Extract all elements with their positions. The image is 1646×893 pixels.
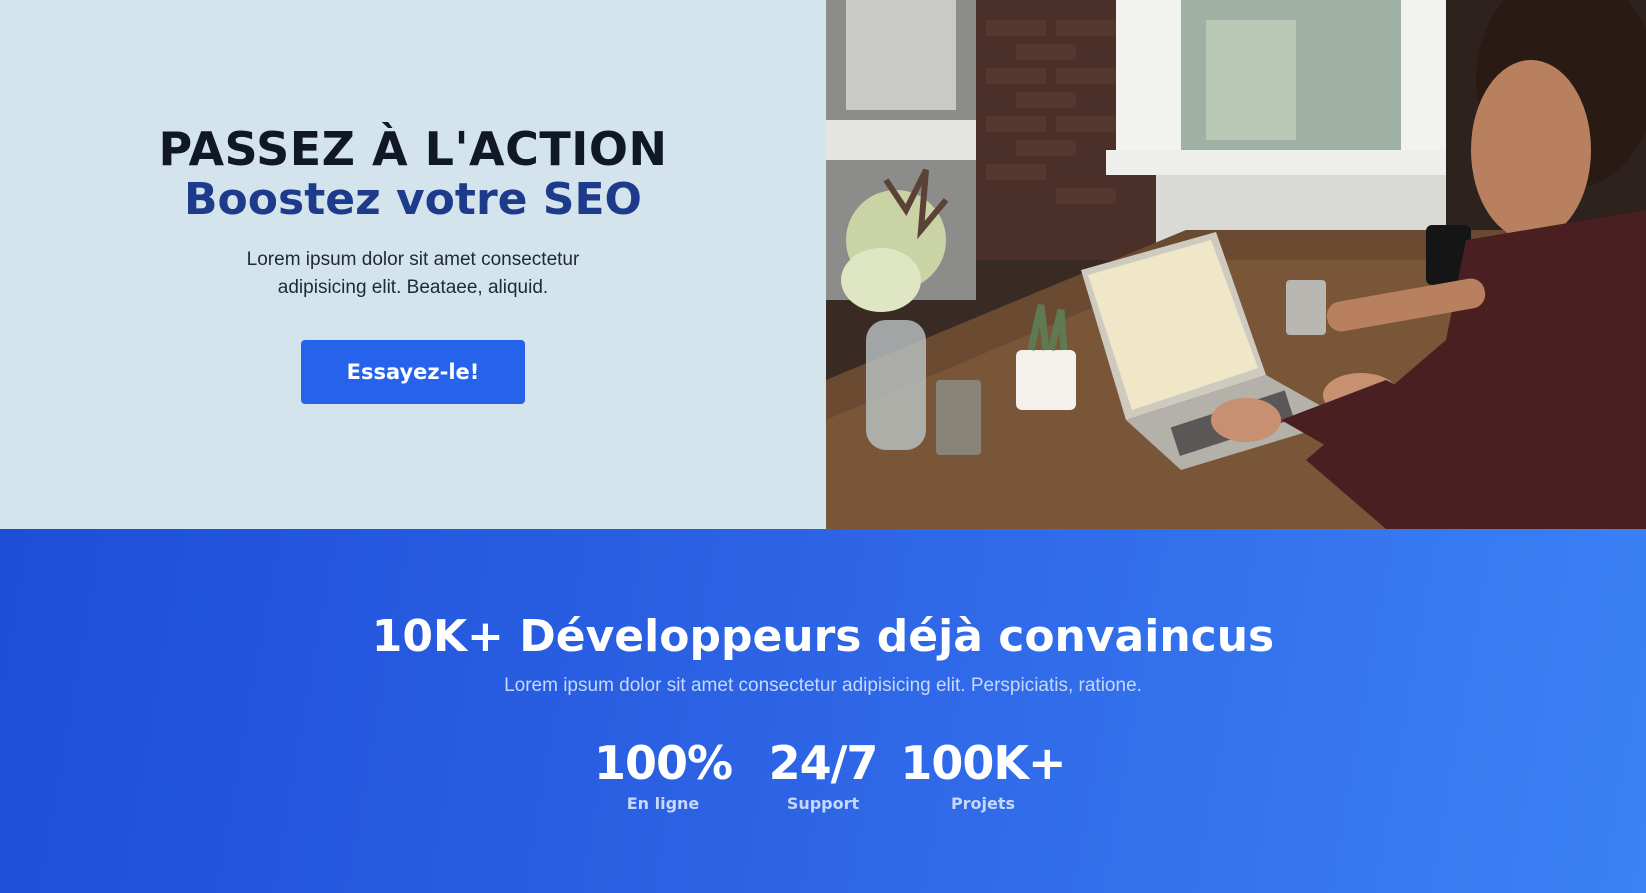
- try-it-button[interactable]: Essayez-le!: [301, 340, 525, 404]
- hero-title: PASSEZ À L'ACTION: [158, 122, 668, 176]
- stats-title: 10K+ Développeurs déjà convaincus: [371, 611, 1275, 662]
- stat-value: 100K+: [900, 736, 1066, 790]
- stat-online: 100% En ligne: [583, 735, 743, 815]
- hero-description: Lorem ipsum dolor sit amet consectetur a…: [246, 249, 580, 298]
- stat-value: 100%: [593, 736, 733, 790]
- stats-description: Lorem ipsum dolor sit amet consectetur a…: [504, 675, 1142, 696]
- hero-photo: [826, 0, 1646, 529]
- stat-support: 24/7 Support: [743, 735, 903, 815]
- stats-section: 10K+ Développeurs déjà convaincus Lorem …: [0, 529, 1646, 893]
- stat-label: En ligne: [626, 794, 700, 813]
- stats-row: 100% En ligne 24/7 Support 100K+ Projets: [583, 735, 1067, 815]
- hero-content: PASSEZ À L'ACTION Boostez votre SEO Lore…: [0, 0, 826, 529]
- hero-subtitle: Boostez votre SEO: [184, 174, 642, 225]
- man-at-laptop-photo: [826, 0, 1646, 529]
- stat-projects: 100K+ Projets: [900, 735, 1066, 815]
- stat-label: Support: [786, 794, 860, 813]
- hero-section: PASSEZ À L'ACTION Boostez votre SEO Lore…: [0, 0, 1646, 529]
- stat-label: Projets: [950, 794, 1016, 813]
- stat-value: 24/7: [768, 736, 879, 790]
